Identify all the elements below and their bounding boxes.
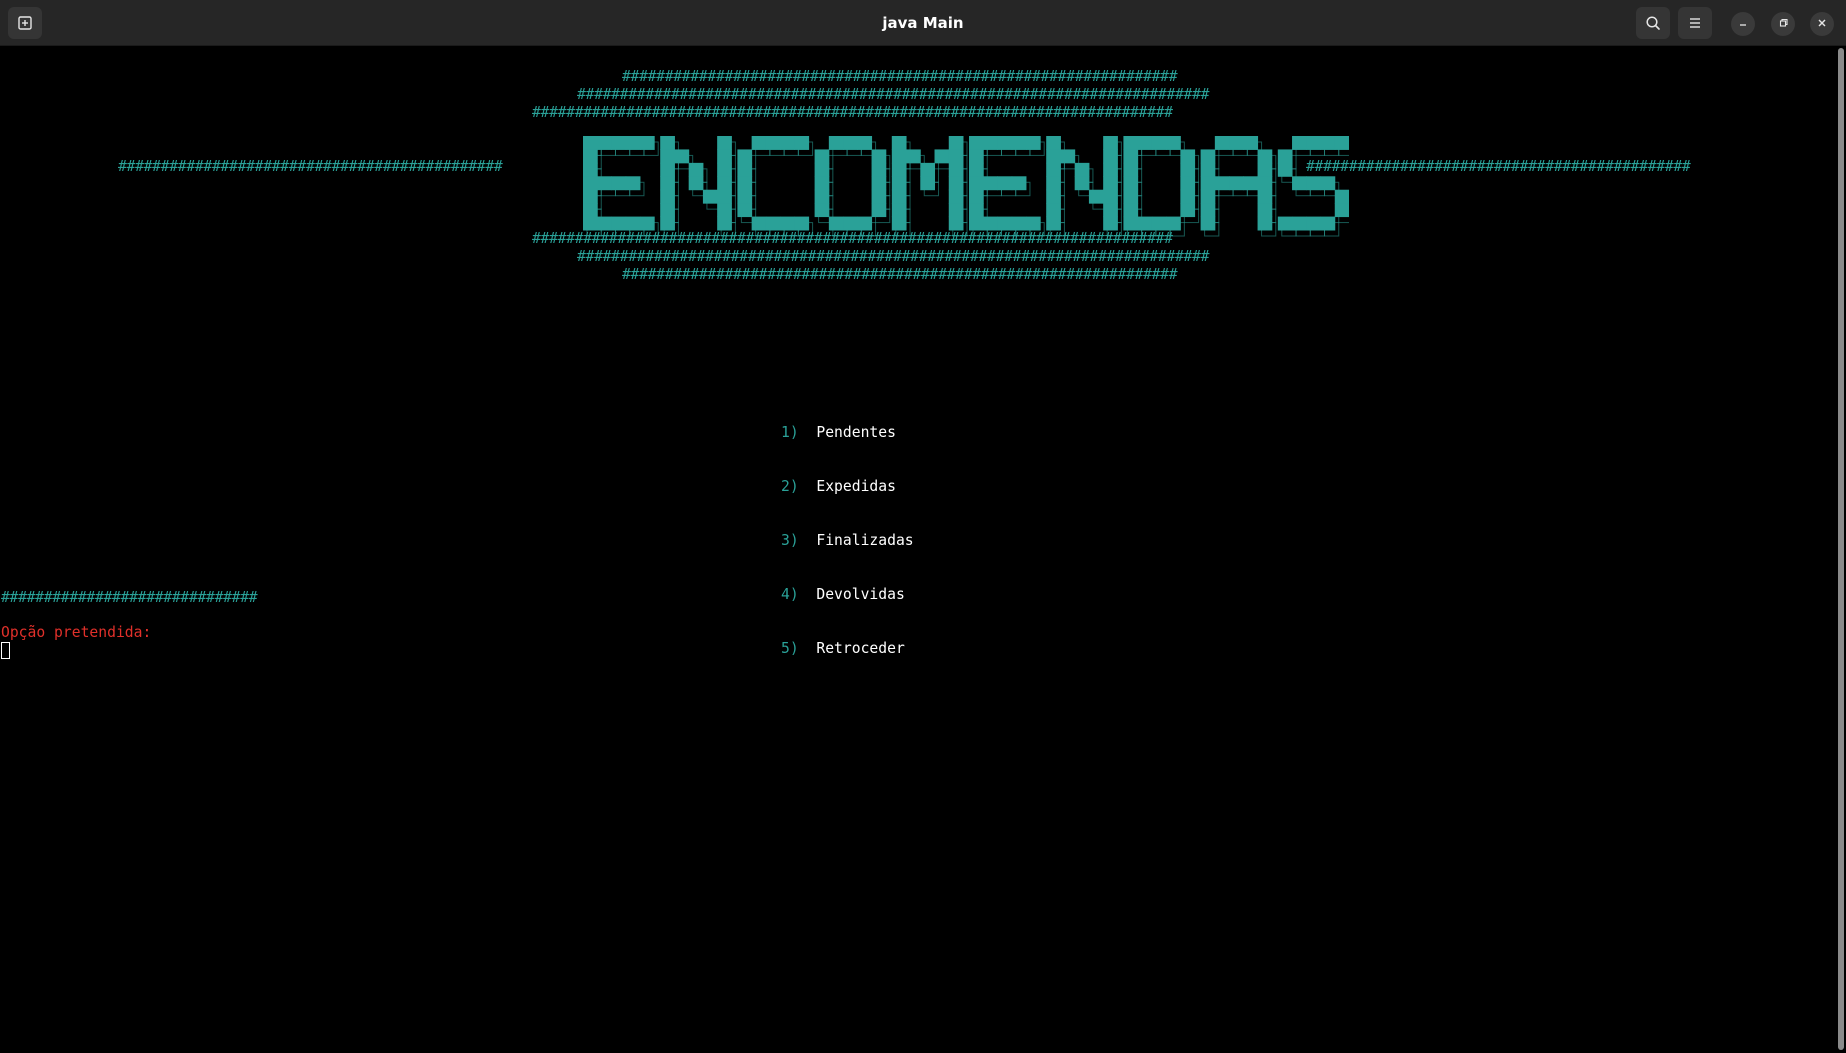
banner-hash-side-left: ########################################… <box>118 158 503 175</box>
menu-item-label: Finalizadas <box>816 532 914 549</box>
footer-hash-separator: ############################## <box>1 589 258 606</box>
menu-item-label: Pendentes <box>816 424 896 441</box>
logo-letter-m <box>891 136 968 237</box>
menu-button[interactable] <box>1678 7 1712 39</box>
banner-hash-row-top-1: ########################################… <box>622 68 1178 85</box>
menu-item-retroceder: 5) Retroceder <box>781 640 914 658</box>
menu-item-label: Devolvidas <box>816 586 905 603</box>
menu-item-number: 4) <box>781 586 799 603</box>
menu-item-number: 5) <box>781 640 799 657</box>
close-icon <box>1817 15 1827 33</box>
menu-item-pendentes: 1) Pendentes <box>781 424 914 442</box>
logo-letter-o <box>814 136 891 237</box>
terminal-window: java Main ##############################… <box>0 0 1846 1053</box>
new-tab-icon <box>17 15 33 31</box>
menu-item-number: 1) <box>781 424 799 441</box>
logo-letter-e <box>583 136 659 237</box>
menu-item-expedidas: 2) Expedidas <box>781 478 914 496</box>
window-title: java Main <box>882 14 964 32</box>
encomendas-logo-art <box>583 136 1354 237</box>
banner-hash-row-top-2: ########################################… <box>577 86 1210 103</box>
menu-list: 1) Pendentes 2) Expedidas 3) Finalizadas… <box>781 388 914 694</box>
logo-letter-n <box>660 136 736 237</box>
menu-item-label: Retroceder <box>816 640 905 657</box>
menu-item-devolvidas: 4) Devolvidas <box>781 586 914 604</box>
close-button[interactable] <box>1810 12 1834 36</box>
menu-item-number: 2) <box>781 478 799 495</box>
new-tab-button[interactable] <box>8 7 42 39</box>
maximize-icon <box>1778 15 1788 33</box>
logo-letter-d <box>1123 136 1200 237</box>
menu-item-label: Expedidas <box>816 478 896 495</box>
input-prompt-label: Opção pretendida: <box>1 624 152 641</box>
minimize-button[interactable] <box>1731 12 1755 36</box>
search-icon <box>1645 15 1661 31</box>
logo-letter-n <box>1046 136 1122 237</box>
menu-item-number: 3) <box>781 532 799 549</box>
banner-hash-side-right: ########################################… <box>1306 158 1691 175</box>
menu-item-finalizadas: 3) Finalizadas <box>781 532 914 550</box>
minimize-icon <box>1738 15 1748 33</box>
scrollbar-thumb[interactable] <box>1838 48 1844 1050</box>
terminal-cursor[interactable] <box>1 642 10 659</box>
logo-letter-a <box>1200 136 1277 237</box>
scrollbar[interactable] <box>1836 48 1846 1050</box>
terminal-output[interactable]: ########################################… <box>0 46 1836 1053</box>
encomendas-ascii-logo <box>530 118 1354 280</box>
title-bar: java Main <box>0 0 1846 46</box>
hamburger-menu-icon <box>1688 16 1702 30</box>
maximize-button[interactable] <box>1771 12 1795 36</box>
logo-letter-s <box>1277 136 1354 237</box>
logo-letter-e <box>969 136 1045 237</box>
search-button[interactable] <box>1636 7 1670 39</box>
logo-letter-c <box>737 136 814 237</box>
